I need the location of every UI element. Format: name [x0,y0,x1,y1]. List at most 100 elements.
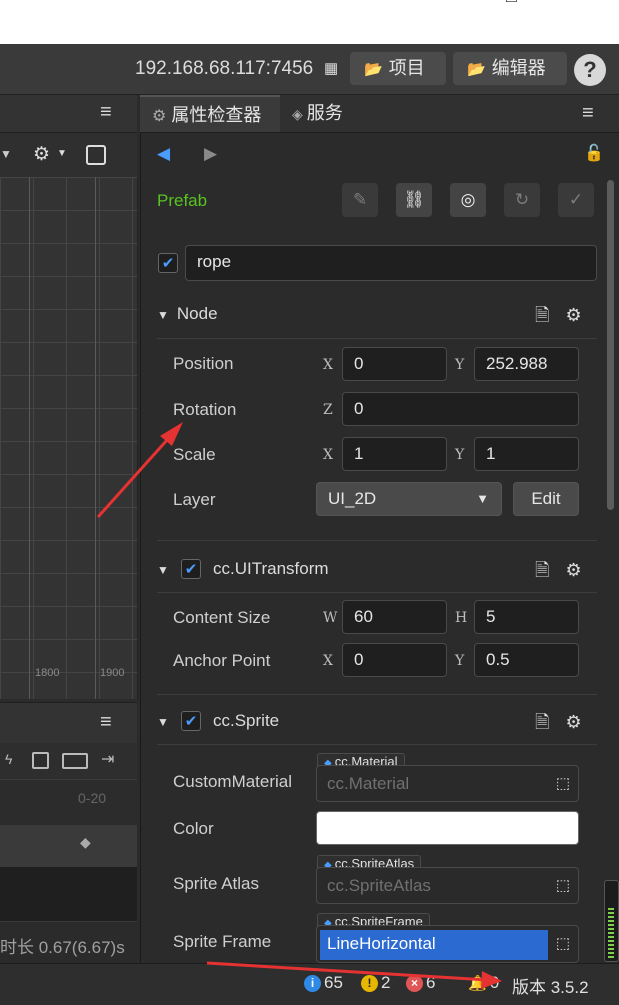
gear-icon[interactable]: ⚙ [565,712,581,732]
back-arrow-icon[interactable]: ◀ [157,144,170,164]
sprite-frame-field[interactable]: LineHorizontal ⬚ [316,925,579,963]
layer-select[interactable]: UI_2D ▼ [316,482,502,516]
keyframe-icon[interactable]: ◆ [80,834,91,851]
prefab-unlink-icon[interactable]: ⛓ [396,183,432,217]
lightning-icon[interactable]: ϟ [5,751,12,767]
inspector-scrollbar[interactable] [607,180,614,510]
panel-menu-icon[interactable]: ≡ [582,102,594,125]
color-swatch[interactable] [316,811,579,845]
scale-x-input[interactable]: 1 [342,437,447,471]
window-title-bar: □ × [0,0,619,44]
animation-track-row[interactable] [0,867,137,921]
sprite-frame-label: Sprite Frame [173,932,272,951]
close-icon[interactable]: × [573,0,584,7]
rotation-z-input[interactable]: 0 [342,392,579,426]
sprite-section-header[interactable]: ▼ [157,711,177,731]
gear-icon[interactable]: ⚙ [33,143,50,166]
editor-button[interactable]: 📂 编辑器 [453,52,567,85]
doc-icon[interactable]: 🗎 [535,305,549,325]
error-count[interactable]: × 6 [406,973,435,993]
help-button[interactable]: ? [574,54,606,86]
animation-footer: 时长 0.67(6.67)s [0,921,137,964]
prefab-edit-icon[interactable]: ✎ [342,183,378,217]
node-active-checkbox[interactable]: ✔ [158,253,178,273]
gear-icon[interactable]: ⚙ [565,305,581,325]
asset-value: LineHorizontal [327,934,436,953]
scene-panel-header: ≡ [0,95,137,133]
warning-count[interactable]: ! 2 [361,973,390,993]
tab-inspector[interactable]: ⚙ 属性检查器 [140,95,280,132]
animation-track-row[interactable]: ◆ [0,825,137,867]
performance-meter [604,880,619,962]
node-name-input[interactable]: rope [185,245,597,281]
anchor-y-input[interactable]: 0.5 [474,643,579,677]
sprite-atlas-field[interactable]: cc.SpriteAtlas ⬚ [316,867,579,904]
position-y-input[interactable]: 252.988 [474,347,579,381]
tab-services[interactable]: ◈ 服务 [280,95,360,132]
services-icon: ◈ [292,106,303,122]
prefab-locate-icon[interactable]: ◎ [450,183,486,217]
grid-major-line [95,177,96,699]
sprite-enabled-checkbox[interactable]: ✔ [181,711,201,731]
layer-edit-button[interactable]: Edit [513,482,579,516]
grid-label: 1900 [100,667,125,679]
animation-timeline-row[interactable]: 0-20 [0,779,137,826]
anchor-x-input[interactable]: 0 [342,643,447,677]
rotation-label: Rotation [173,400,237,419]
scene-view[interactable] [0,177,138,699]
main-toolbar: 192.168.68.117:7456 ▦ 📂 项目 📂 编辑器 ? [0,44,619,95]
status-bar: i 65 ! 2 × 6 🔔 0 版本 3.5.2 [0,963,619,1005]
asset-picker-icon[interactable]: ⬚ [556,774,570,792]
chevron-down-icon[interactable]: ▼ [57,148,67,159]
gear-icon[interactable]: ⚙ [565,560,581,580]
project-button[interactable]: 📂 项目 [350,52,446,85]
animation-panel-header: ≡ [0,702,137,743]
preview-address[interactable]: 192.168.68.117:7456 [135,58,313,80]
section-title: Node [176,304,218,323]
asset-placeholder: cc.Material [327,774,410,793]
forward-arrow-icon[interactable]: ▶ [204,144,217,164]
unlock-icon[interactable]: 🔓 [584,143,604,163]
meter-level [608,908,614,958]
prefab-apply-icon[interactable]: ✓ [558,183,594,217]
section-title: cc.Sprite [213,711,280,730]
doc-icon[interactable]: 🗎 [535,712,549,732]
content-height-input[interactable]: 5 [474,600,579,634]
info-count[interactable]: i 65 [304,973,343,993]
scene-toolbar: ▼ ⚙ ▼ [0,133,137,177]
axis-x-label: X [323,357,333,373]
maximize-icon[interactable]: □ [506,0,517,7]
doc-icon[interactable]: 🗎 [535,560,549,580]
position-x-input[interactable]: 0 [342,347,447,381]
asset-picker-icon[interactable]: ⬚ [556,876,570,894]
color-label: Color [173,819,214,838]
panel-menu-icon[interactable]: ≡ [100,101,112,124]
axis-y-label: Y [455,447,465,463]
tab-label: 服务 [306,103,343,123]
save-icon[interactable] [32,752,49,769]
project-button-label: 项目 [388,58,425,78]
dropdown-caret-icon[interactable]: ▼ [0,147,12,161]
qrcode-icon[interactable]: ▦ [324,61,340,77]
custom-material-label: CustomMaterial [173,772,293,791]
duration-label: 时长 0.67(6.67)s [0,938,125,957]
content-width-input[interactable]: 60 [342,600,447,634]
maximize-view-icon[interactable] [86,145,106,165]
keyboard-icon[interactable] [62,753,88,769]
prefab-revert-icon[interactable]: ↻ [504,183,540,217]
panel-menu-icon[interactable]: ≡ [100,711,112,734]
exit-icon[interactable]: ⇥ [101,749,114,769]
scale-label: Scale [173,445,216,464]
section-title: cc.UITransform [213,559,329,578]
uitransform-section-header[interactable]: ▼ [157,559,177,579]
error-icon: × [406,975,423,992]
asset-picker-icon[interactable]: ⬚ [556,934,570,952]
node-section-header[interactable]: ▼ Node [157,304,218,324]
info-count-value: 65 [324,973,343,992]
axis-w-label: W [323,610,338,626]
uitransform-enabled-checkbox[interactable]: ✔ [181,559,201,579]
custom-material-field[interactable]: cc.Material ⬚ [316,765,579,802]
notification-count[interactable]: 🔔 0 [468,973,499,993]
animation-toolbar: ϟ ⇥ [0,743,137,779]
scale-y-input[interactable]: 1 [474,437,579,471]
